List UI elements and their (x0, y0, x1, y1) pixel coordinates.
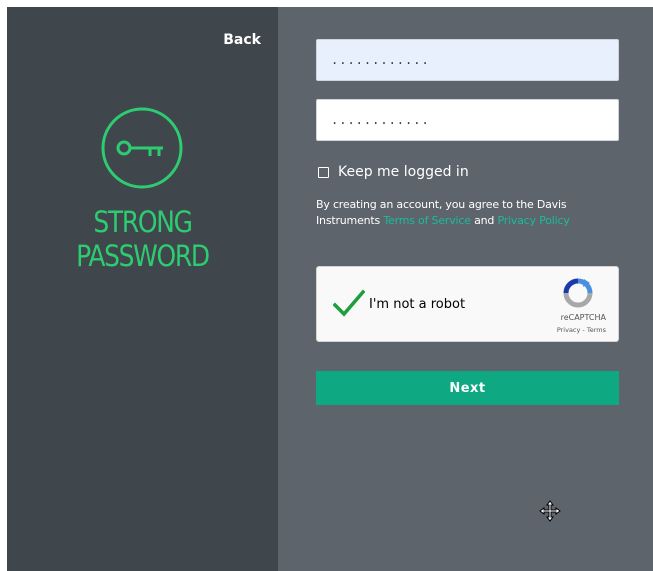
form-panel: Keep me logged in By creating an account… (278, 7, 653, 571)
checkmark-icon[interactable] (333, 289, 365, 317)
back-link[interactable]: Back (223, 32, 261, 48)
terms-and-text: and (470, 214, 498, 227)
recaptcha-links: Privacy - Terms (557, 326, 606, 334)
password-field[interactable] (316, 39, 619, 81)
keep-logged-in-checkbox[interactable] (318, 166, 329, 178)
page-title: STRONG PASSWORD (76, 205, 210, 273)
recaptcha-privacy-link[interactable]: Privacy (557, 326, 581, 334)
keep-logged-in-toggle[interactable]: Keep me logged in (318, 164, 469, 180)
recaptcha-widget: I'm not a robot reCAPTCHA Privacy - Term… (316, 266, 619, 342)
confirm-password-field[interactable] (316, 99, 619, 141)
privacy-policy-link[interactable]: Privacy Policy (498, 214, 570, 227)
key-icon (101, 107, 183, 189)
captcha-label: I'm not a robot (369, 297, 466, 312)
signup-window: Back STRONG PASSWORD Keep me logged in B… (7, 7, 653, 571)
terms-of-service-link[interactable]: Terms of Service (383, 214, 471, 227)
recaptcha-brand: reCAPTCHA (560, 313, 606, 322)
recaptcha-terms-link[interactable]: Terms (587, 326, 606, 334)
next-button[interactable]: Next (316, 371, 619, 405)
keep-logged-in-label: Keep me logged in (338, 164, 469, 180)
recaptcha-logo-icon (563, 278, 593, 308)
move-cursor-icon (539, 500, 561, 522)
terms-notice: By creating an account, you agree to the… (316, 197, 616, 229)
left-panel: Back STRONG PASSWORD (7, 7, 278, 571)
